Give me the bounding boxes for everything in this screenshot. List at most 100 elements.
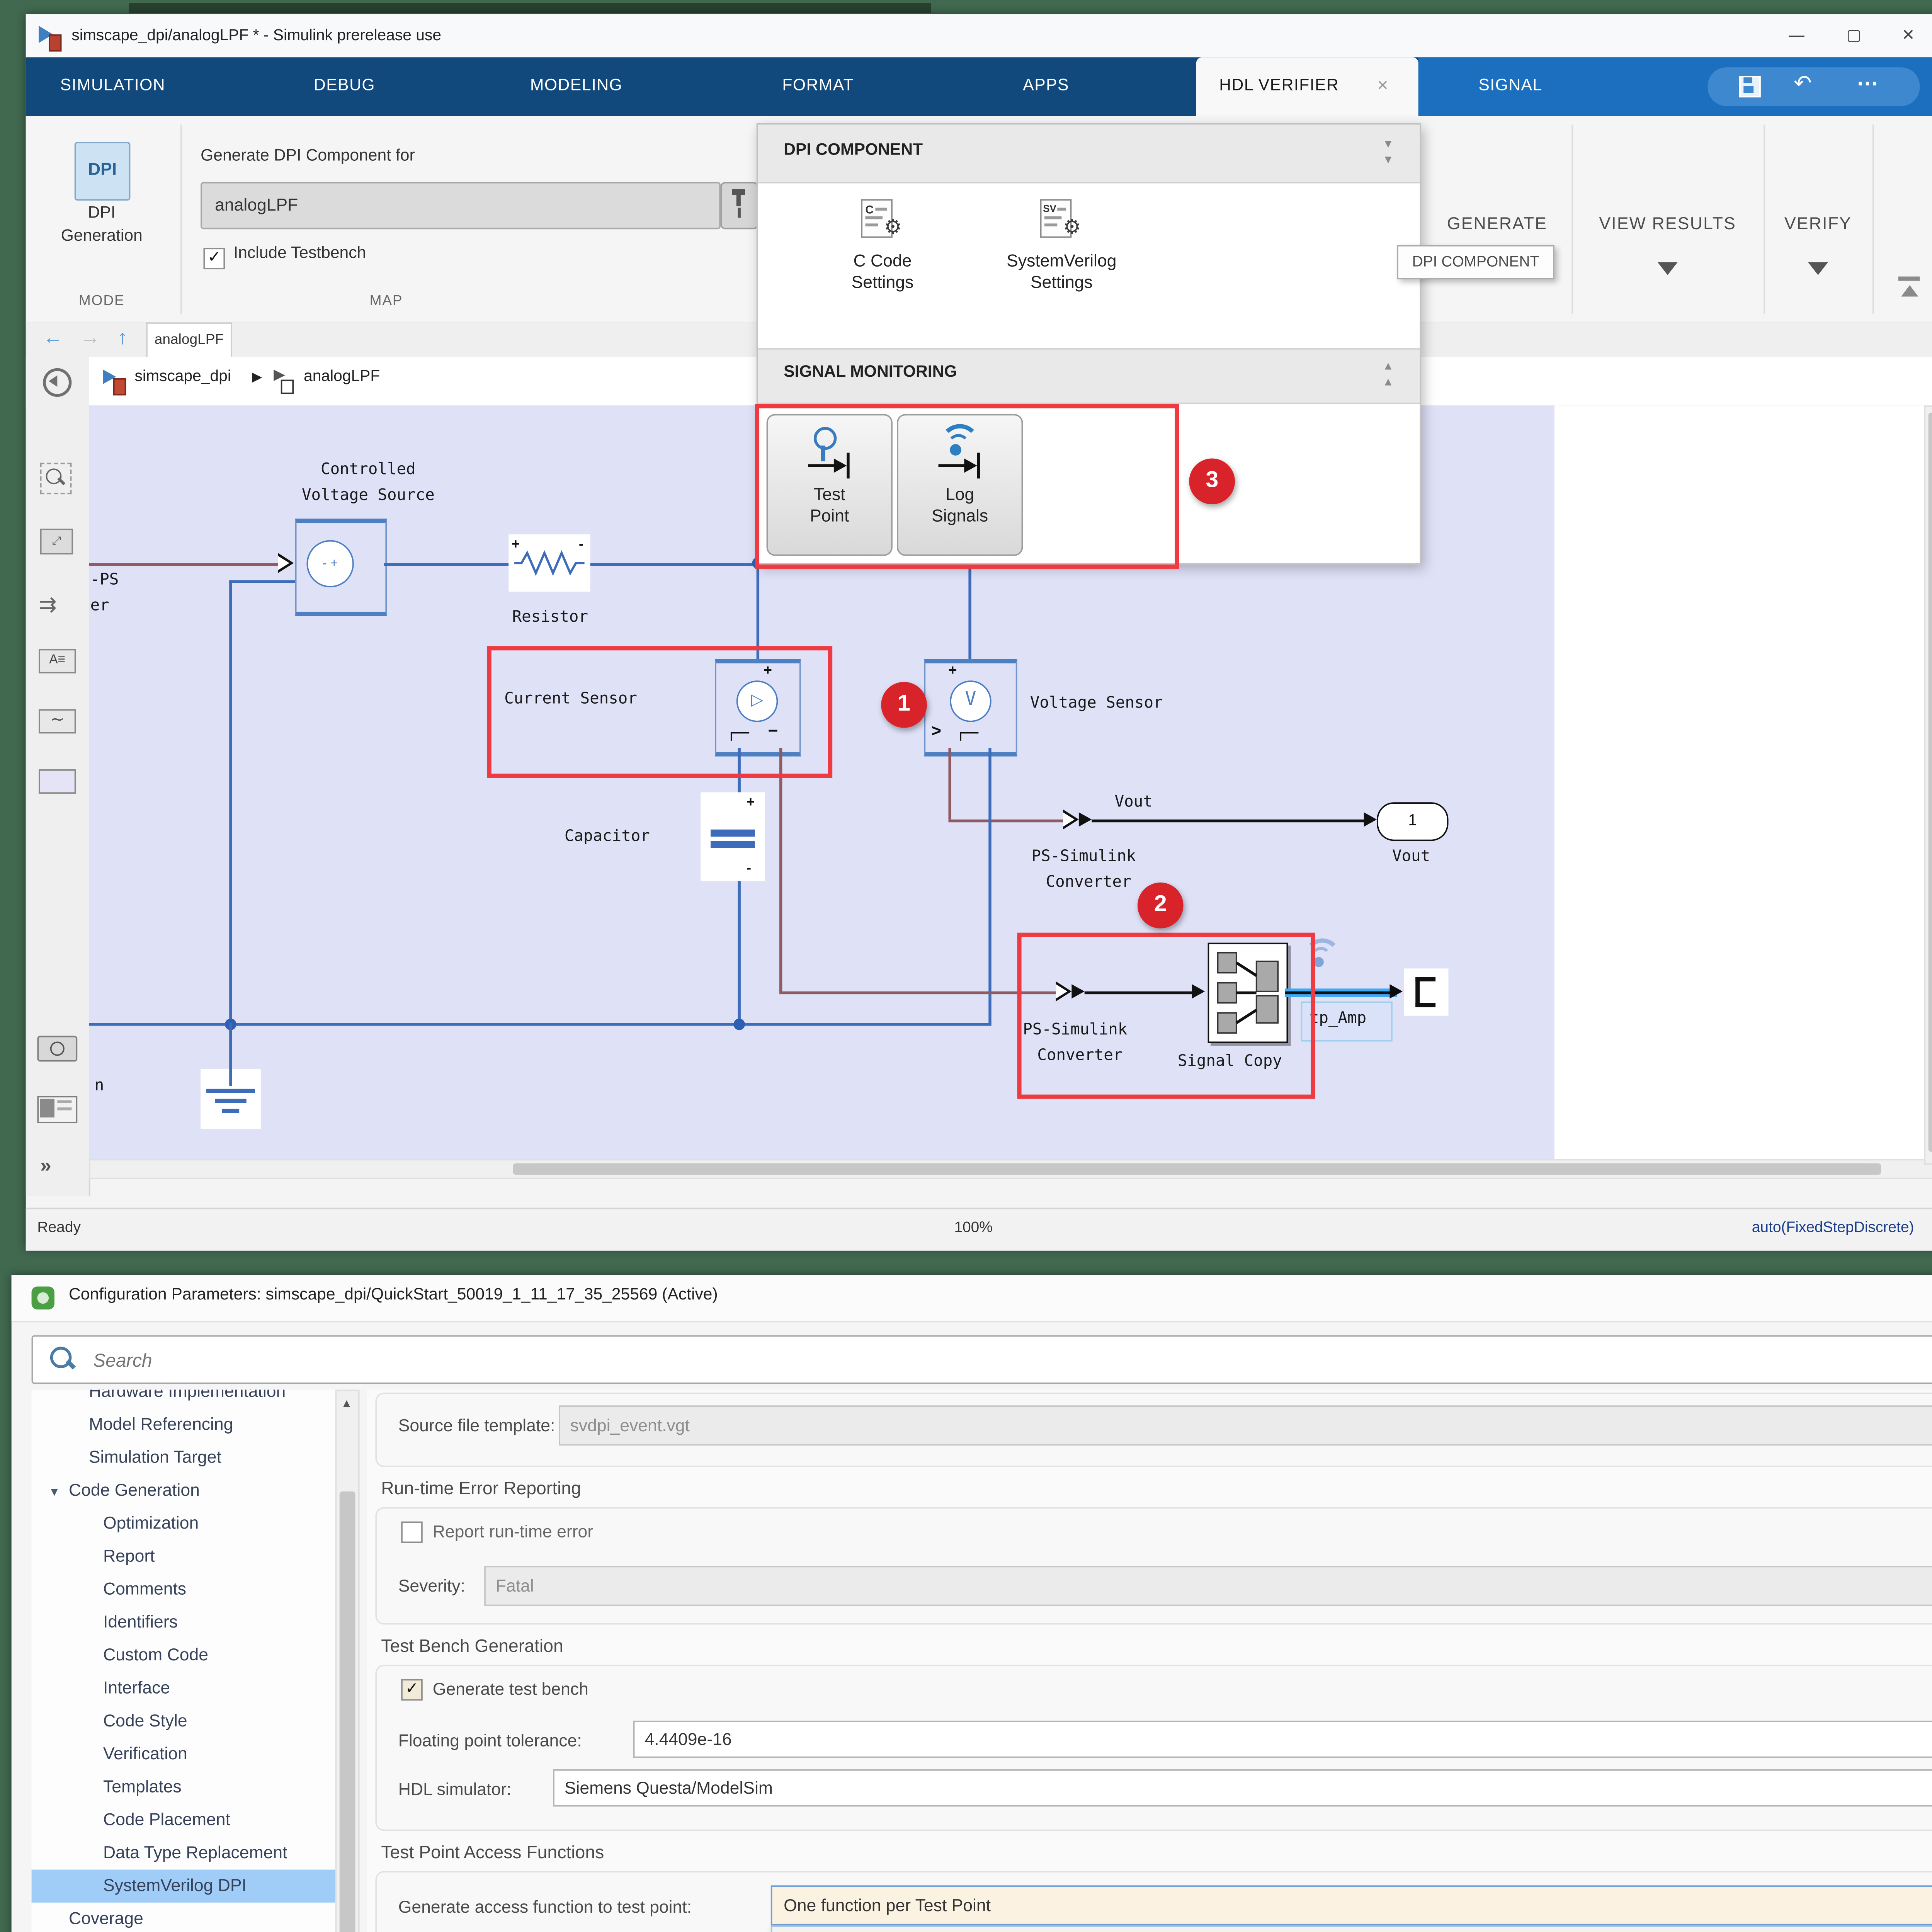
- dpi-generation-icon[interactable]: DPI: [75, 142, 131, 201]
- verify-group-label[interactable]: VERIFY: [1767, 213, 1870, 233]
- fpt-input[interactable]: 4.4409e-16: [633, 1721, 1932, 1758]
- tree-scrollbar[interactable]: ▲ ▼: [335, 1389, 360, 1932]
- hdl-sim-select[interactable]: Siemens Questa/ModelSim: [553, 1769, 1932, 1806]
- tree-item-hardware-implementation[interactable]: Hardware Implementation: [32, 1389, 355, 1408]
- chevron-up-icon-2[interactable]: ▲: [1383, 377, 1394, 388]
- expand-palette-icon[interactable]: »: [40, 1153, 51, 1176]
- voltage-sensor-block[interactable]: + V >: [924, 659, 1017, 757]
- resistor-block[interactable]: + -: [509, 534, 590, 592]
- ground-block[interactable]: [201, 1069, 261, 1129]
- tab-hdl-verifier[interactable]: HDL VERIFIER ✕: [1196, 57, 1418, 116]
- chevron-down-icon[interactable]: ▼: [1383, 139, 1394, 151]
- systemverilog-settings-button[interactable]: SV ⚙ SystemVerilog Settings: [976, 199, 1148, 348]
- log-signals-button[interactable]: Log Signals: [897, 414, 1023, 556]
- tree-item-comments[interactable]: Comments: [32, 1573, 355, 1606]
- tab-modeling[interactable]: MODELING: [530, 57, 622, 116]
- log-signals-icon: [935, 424, 984, 475]
- dpi-component-tooltip: DPI COMPONENT: [1397, 245, 1554, 279]
- tree-item-data-type-replacement[interactable]: Data Type Replacement: [32, 1837, 355, 1869]
- tree-item-report[interactable]: Report: [32, 1540, 355, 1573]
- severity-select[interactable]: Fatal: [484, 1566, 1932, 1606]
- vout-outport[interactable]: 1: [1377, 802, 1448, 841]
- tab-format[interactable]: FORMAT: [782, 57, 854, 116]
- view-results-dropdown-icon[interactable]: [1658, 262, 1678, 275]
- ps-simulink-converter-1[interactable]: [1063, 810, 1079, 830]
- nav-up-icon[interactable]: ↑: [117, 325, 128, 348]
- tree-item-simulation-target[interactable]: Simulation Target: [32, 1441, 355, 1474]
- cvs-label-1: Controlled: [232, 460, 504, 478]
- simulink-window: simscape_dpi/analogLPF * - Simulink prer…: [26, 14, 1932, 1249]
- tp-amp-label[interactable]: tp_Amp: [1310, 1009, 1366, 1027]
- status-solver[interactable]: auto(FixedStepDiscrete): [1752, 1219, 1914, 1236]
- document-tab-analoglpf[interactable]: analogLPF: [146, 322, 232, 358]
- include-testbench-checkbox[interactable]: ✓: [203, 248, 225, 269]
- close-icon[interactable]: ✕: [1883, 16, 1932, 56]
- update-diagram-icon[interactable]: ⇉: [39, 592, 57, 617]
- tree-item-code-placement[interactable]: Code Placement: [32, 1804, 355, 1837]
- source-file-input[interactable]: svdpi_event.vgt: [559, 1405, 1932, 1446]
- chevron-up-icon[interactable]: ▲: [1383, 361, 1394, 372]
- tbg-header: Test Bench Generation: [381, 1636, 563, 1656]
- hide-browser-icon[interactable]: [43, 368, 71, 397]
- hdl-sim-label: HDL simulator:: [398, 1779, 512, 1799]
- signal-viewer-icon[interactable]: ∼: [39, 709, 76, 733]
- tab-debug[interactable]: DEBUG: [314, 57, 375, 116]
- tree-item-identifiers[interactable]: Identifiers: [32, 1606, 355, 1639]
- tree-item-custom-code[interactable]: Custom Code: [32, 1639, 355, 1672]
- zoom-in-icon[interactable]: [40, 463, 72, 495]
- canvas-hscrollbar[interactable]: [89, 1159, 1932, 1179]
- more-options-icon[interactable]: ⋯: [1857, 70, 1878, 96]
- tree-item-model-referencing[interactable]: Model Referencing: [32, 1408, 355, 1441]
- minimize-icon[interactable]: —: [1771, 16, 1822, 56]
- test-point-button[interactable]: Test Point: [767, 414, 893, 556]
- include-testbench-label: Include Testbench: [233, 245, 366, 262]
- c-code-settings-button[interactable]: C ⚙ C Code Settings: [832, 199, 933, 348]
- tree-item-optimization[interactable]: Optimization: [32, 1507, 355, 1540]
- callout-box-signal-copy: [1017, 933, 1315, 1099]
- fit-to-view-icon[interactable]: ⤢: [40, 529, 73, 554]
- breadcrumb-item-analoglpf[interactable]: analogLPF: [304, 368, 380, 385]
- model-browser-icon[interactable]: [37, 1096, 77, 1123]
- quick-access-toolbar: ↶ ⋯: [1708, 67, 1920, 106]
- generate-group-label[interactable]: GENERATE: [1423, 213, 1572, 233]
- tree-item-interface[interactable]: Interface: [32, 1672, 355, 1705]
- view-results-group-label[interactable]: VIEW RESULTS: [1575, 213, 1761, 233]
- breadcrumb-item-simscape-dpi[interactable]: simscape_dpi: [135, 368, 231, 385]
- mode-group-label: MODE: [26, 294, 178, 310]
- gaf-combo[interactable]: One function per Test Point: [771, 1885, 1932, 1925]
- dropdown-option-none[interactable]: None: [772, 1927, 1932, 1932]
- maximize-icon[interactable]: ▢: [1828, 16, 1879, 56]
- tree-item-templates[interactable]: Templates: [32, 1771, 355, 1804]
- generate-test-bench-checkbox[interactable]: ✓: [401, 1679, 423, 1701]
- verify-dropdown-icon[interactable]: [1808, 262, 1828, 275]
- area-icon[interactable]: [39, 769, 76, 794]
- canvas-vscrollbar[interactable]: [1924, 405, 1932, 1165]
- tree-item-systemverilog-dpi[interactable]: SystemVerilog DPI: [32, 1870, 355, 1903]
- nav-forward-icon[interactable]: →: [80, 325, 100, 348]
- capacitor-block[interactable]: + -: [701, 792, 765, 881]
- dpi-component-name-input[interactable]: analogLPF: [201, 182, 721, 229]
- tab-close-icon[interactable]: ✕: [1377, 57, 1389, 116]
- collapse-ribbon-icon[interactable]: [1897, 277, 1923, 297]
- terminator-block[interactable]: [1404, 968, 1449, 1015]
- tree-item-code-generation[interactable]: ▼Code Generation: [32, 1474, 355, 1507]
- save-icon[interactable]: [1739, 76, 1761, 98]
- tree-item-code-style[interactable]: Code Style: [32, 1705, 355, 1738]
- tab-simulation[interactable]: SIMULATION: [60, 57, 165, 116]
- pin-icon[interactable]: [721, 182, 758, 229]
- report-runtime-error-checkbox[interactable]: [401, 1522, 423, 1543]
- wire-input-cvs: [89, 563, 278, 565]
- tree-item-coverage[interactable]: Coverage: [32, 1903, 355, 1932]
- chevron-down-icon-2[interactable]: ▼: [1383, 155, 1394, 166]
- tab-apps[interactable]: APPS: [1023, 57, 1069, 116]
- controlled-voltage-source-block[interactable]: - +: [295, 519, 387, 616]
- screenshot-icon[interactable]: [37, 1036, 77, 1062]
- tree-item-verification[interactable]: Verification: [32, 1738, 355, 1770]
- annotation-icon[interactable]: A≡: [39, 649, 76, 673]
- voltage-sensor-label: Voltage Sensor: [1030, 694, 1163, 712]
- undo-icon[interactable]: ↶: [1794, 70, 1812, 96]
- search-input[interactable]: [90, 1342, 1932, 1377]
- cvs-symbol: - +: [306, 540, 354, 587]
- nav-back-icon[interactable]: ←: [43, 325, 63, 348]
- tab-signal[interactable]: SIGNAL: [1478, 57, 1542, 116]
